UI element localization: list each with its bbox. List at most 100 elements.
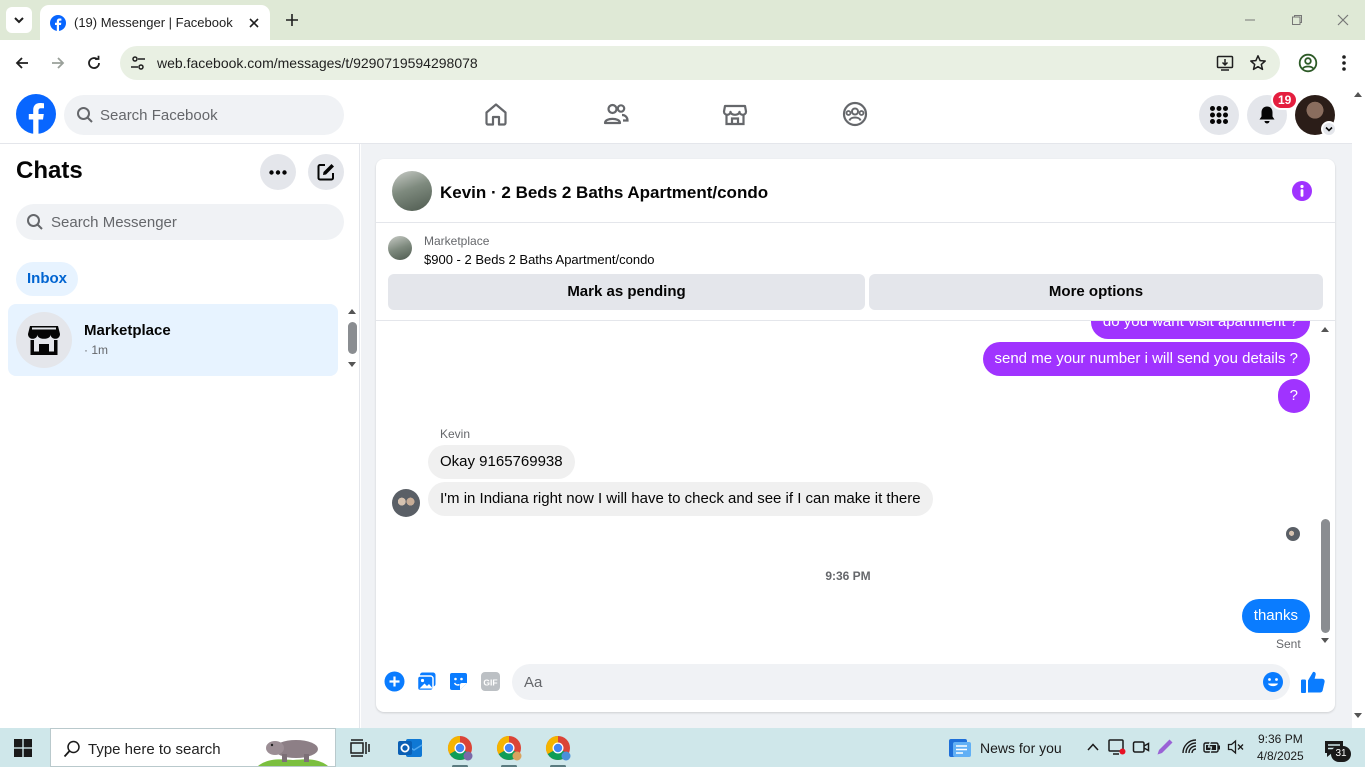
more-options-button[interactable]: More options [869, 274, 1323, 310]
message-composer: GIF [376, 654, 1335, 712]
outgoing-message[interactable]: do you want visit apartment ? [1090, 321, 1310, 339]
chat-timestamp: · 1m [84, 343, 108, 357]
close-icon [1337, 14, 1349, 26]
page-scroll-up-arrow-icon[interactable] [1353, 90, 1363, 98]
tray-meet-button[interactable] [1132, 738, 1150, 756]
forward-button[interactable] [46, 51, 70, 75]
task-view-button[interactable] [346, 734, 374, 762]
attach-photo-button[interactable] [415, 670, 437, 692]
close-window-button[interactable] [1333, 10, 1353, 30]
info-icon[interactable] [1292, 181, 1312, 201]
battery-button[interactable] [1203, 738, 1221, 756]
messages-scroll-down-arrow-icon[interactable] [1320, 637, 1330, 645]
chat-options-button[interactable] [260, 154, 296, 190]
gif-icon: GIF [480, 671, 500, 691]
sender-name: Kevin [440, 427, 471, 441]
message-input[interactable] [524, 664, 1244, 700]
sender-avatar[interactable] [392, 489, 420, 517]
outgoing-message[interactable]: thanks [1241, 599, 1310, 633]
facebook-logo-icon[interactable] [16, 94, 56, 134]
tray-overflow-button[interactable] [1084, 738, 1102, 756]
chats-sidebar: Chats Inbox Marketplace · 1m [0, 144, 360, 728]
back-button[interactable] [10, 51, 34, 75]
profile-button[interactable] [1296, 51, 1320, 75]
mark-as-pending-button[interactable]: Mark as pending [388, 274, 865, 310]
tray-app-button[interactable] [1108, 738, 1126, 756]
outlook-app-button[interactable] [396, 734, 424, 762]
conversation-panel: Kevin · 2 Beds 2 Baths Apartment/condo M… [376, 159, 1335, 712]
search-highlight-hippo-icon[interactable] [258, 732, 328, 766]
account-caret[interactable] [1321, 121, 1337, 137]
facebook-search-input[interactable] [100, 95, 330, 135]
incoming-message[interactable]: Okay 9165769938 [428, 445, 575, 479]
listing-title[interactable]: $900 - 2 Beds 2 Baths Apartment/condo [424, 252, 655, 267]
minimize-button[interactable] [1240, 10, 1260, 30]
message-status: Sent [1276, 637, 1301, 651]
clock-date[interactable]: 4/8/2025 [1257, 749, 1304, 763]
sidebar-scrollbar-thumb[interactable] [348, 322, 357, 354]
browser-tab-bar: (19) Messenger | Facebook [0, 0, 1365, 40]
new-message-button[interactable] [308, 154, 344, 190]
outlook-icon [398, 739, 423, 757]
news-icon [949, 739, 971, 757]
friends-nav-button[interactable] [600, 98, 632, 130]
gif-button[interactable]: GIF [479, 670, 501, 692]
chat-name: Marketplace [84, 322, 171, 339]
conversation-title[interactable]: Kevin · 2 Beds 2 Baths Apartment/condo [440, 183, 768, 203]
home-nav-button[interactable] [480, 98, 512, 130]
chevron-up-icon [1087, 743, 1099, 751]
sidebar-scroll-up-arrow-icon[interactable] [347, 307, 357, 315]
bookmark-button[interactable] [1248, 53, 1268, 73]
outgoing-message[interactable]: ? [1277, 379, 1310, 413]
chrome-app-button[interactable] [544, 734, 572, 767]
address-bar[interactable]: web.facebook.com/messages/t/929071959429… [120, 46, 1280, 80]
volume-button[interactable] [1227, 738, 1245, 756]
sidebar-scroll-down-arrow-icon[interactable] [347, 361, 357, 369]
battery-icon [1203, 739, 1220, 755]
outgoing-message[interactable]: send me your number i will send you deta… [982, 342, 1310, 376]
conversation-avatar[interactable] [392, 171, 432, 211]
page-scroll-down-arrow-icon[interactable] [1353, 712, 1363, 720]
reload-button[interactable] [82, 51, 106, 75]
groups-nav-button[interactable] [839, 98, 871, 130]
new-tab-button[interactable] [282, 10, 302, 30]
friends-icon [603, 103, 629, 125]
install-app-button[interactable] [1215, 53, 1235, 73]
chrome-app-button[interactable] [446, 734, 474, 767]
tab-search-button[interactable] [6, 7, 32, 33]
emoji-icon[interactable] [1262, 671, 1284, 693]
incoming-message[interactable]: I'm in Indiana right now I will have to … [428, 482, 933, 516]
chrome-app-button[interactable] [495, 734, 523, 767]
messenger-search-bar[interactable] [16, 204, 344, 240]
star-icon [1250, 55, 1266, 71]
tray-pen-button[interactable] [1156, 738, 1174, 756]
sticker-button[interactable] [447, 670, 469, 692]
screen-record-icon [1108, 739, 1126, 755]
thumbs-up-icon[interactable] [1300, 669, 1326, 695]
messenger-search-input[interactable] [51, 204, 331, 240]
browser-tab-messenger[interactable]: (19) Messenger | Facebook [40, 5, 270, 40]
site-info-button[interactable] [128, 53, 148, 73]
news-widget[interactable]: News for you [948, 736, 1062, 760]
restore-button[interactable] [1287, 10, 1307, 30]
menu-button[interactable] [1199, 95, 1239, 135]
message-input-wrapper[interactable] [512, 664, 1290, 700]
volume-muted-icon [1227, 739, 1244, 755]
sticker-icon [449, 672, 467, 690]
tab-close-button[interactable] [244, 13, 264, 33]
marketplace-listing-bar: Marketplace $900 - 2 Beds 2 Baths Apartm… [376, 223, 1335, 321]
message-list: do you want visit apartment ? send me yo… [376, 321, 1335, 654]
inbox-filter-tab[interactable]: Inbox [16, 262, 78, 296]
chat-list-item[interactable]: Marketplace · 1m [8, 304, 338, 376]
network-button[interactable] [1181, 738, 1199, 756]
facebook-search-bar[interactable] [64, 95, 344, 135]
messages-scrollbar-thumb[interactable] [1321, 519, 1330, 633]
browser-menu-button[interactable] [1332, 51, 1356, 75]
more-actions-button[interactable] [383, 670, 405, 692]
clock-time[interactable]: 9:36 PM [1258, 732, 1303, 746]
listing-thumbnail[interactable] [388, 236, 412, 260]
windows-start-icon[interactable] [14, 739, 32, 757]
arrow-left-icon [15, 57, 28, 69]
marketplace-nav-button[interactable] [719, 98, 751, 130]
messages-scroll-up-arrow-icon[interactable] [1320, 325, 1330, 333]
